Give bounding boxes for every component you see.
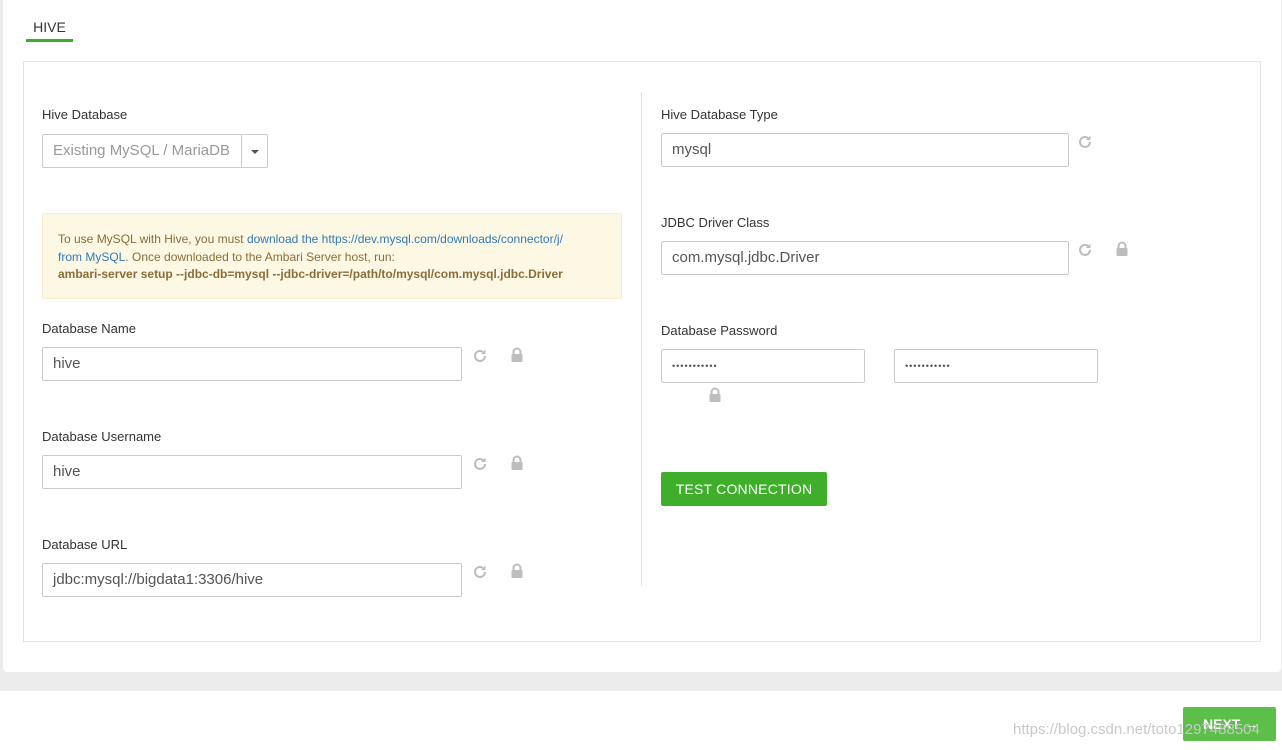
- database-username-input[interactable]: hive: [42, 455, 462, 489]
- database-password-input[interactable]: •••••••••••: [661, 349, 865, 383]
- lock-icon[interactable]: [509, 347, 525, 363]
- hive-database-type-label: Hive Database Type: [661, 107, 778, 122]
- lock-icon[interactable]: [707, 387, 723, 403]
- hive-database-label: Hive Database: [42, 107, 128, 122]
- test-connection-button[interactable]: TEST CONNECTION: [661, 472, 827, 506]
- alert-text-run: . Once downloaded to the Ambari Server h…: [125, 249, 395, 264]
- watermark-text: https://blog.csdn.net/toto1297488504: [1013, 721, 1260, 738]
- database-url-label: Database URL: [42, 537, 128, 552]
- hive-database-dropdown-toggle[interactable]: [241, 134, 268, 168]
- lock-icon[interactable]: [1114, 241, 1130, 257]
- hive-database-type-input[interactable]: mysql: [661, 133, 1069, 167]
- jdbc-driver-class-input[interactable]: com.mysql.jdbc.Driver: [661, 241, 1069, 275]
- config-card: HIVE Hive Database Existing MySQL / Mari…: [3, 0, 1281, 672]
- refresh-icon[interactable]: [1077, 242, 1093, 258]
- hive-database-select[interactable]: Existing MySQL / MariaDB: [42, 134, 268, 168]
- hive-database-selected-value[interactable]: Existing MySQL / MariaDB: [42, 134, 242, 168]
- tab-hive[interactable]: HIVE: [26, 18, 73, 42]
- refresh-icon[interactable]: [472, 348, 488, 364]
- hive-config-panel: Hive Database Existing MySQL / MariaDB T…: [23, 61, 1261, 642]
- database-password-confirm-input[interactable]: •••••••••••: [894, 349, 1098, 383]
- jdbc-driver-class-label: JDBC Driver Class: [661, 215, 770, 230]
- database-password-label: Database Password: [661, 323, 778, 338]
- database-name-input[interactable]: hive: [42, 347, 462, 381]
- lock-icon[interactable]: [509, 455, 525, 471]
- mysql-driver-alert: To use MySQL with Hive, you must downloa…: [42, 213, 622, 299]
- database-username-label: Database Username: [42, 429, 162, 444]
- refresh-icon[interactable]: [472, 564, 488, 580]
- alert-text-intro: To use MySQL with Hive, you must: [58, 232, 247, 246]
- from-mysql-link[interactable]: from MySQL: [58, 250, 125, 264]
- refresh-icon[interactable]: [1077, 134, 1093, 150]
- database-name-label: Database Name: [42, 321, 136, 336]
- refresh-icon[interactable]: [472, 456, 488, 472]
- column-divider: [641, 92, 642, 586]
- ambari-setup-command: ambari-server setup --jdbc-db=mysql --jd…: [58, 267, 563, 281]
- connector-download-link[interactable]: download the https://dev.mysql.com/downl…: [247, 232, 563, 246]
- caret-down-icon: [251, 150, 259, 154]
- database-url-input[interactable]: jdbc:mysql://bigdata1:3306/hive: [42, 563, 462, 597]
- lock-icon[interactable]: [509, 563, 525, 579]
